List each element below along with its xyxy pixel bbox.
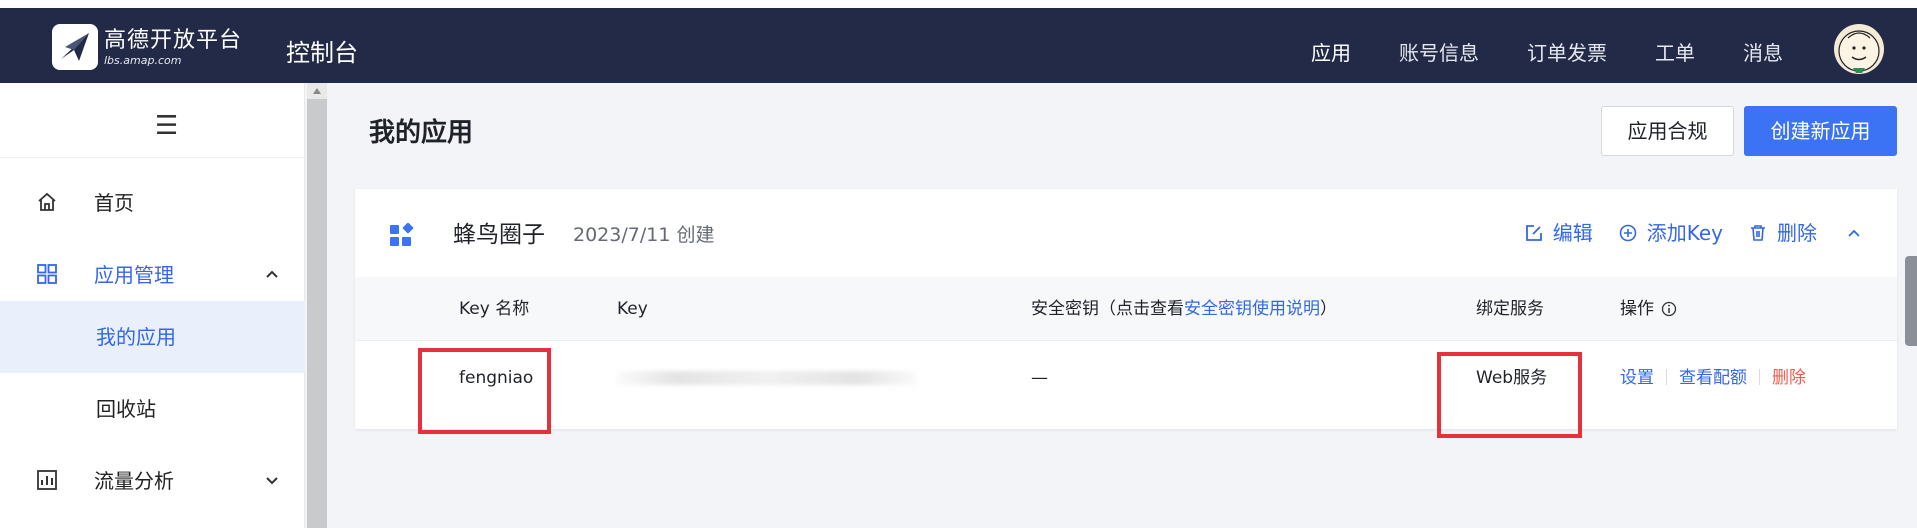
sidebar-scrollbar[interactable] (307, 83, 327, 528)
sidebar-item-traffic-analysis[interactable]: 流量分析 (0, 445, 305, 517)
secret-help-link[interactable]: 安全密钥使用说明 (1184, 299, 1320, 319)
user-avatar[interactable] (1834, 24, 1884, 74)
nav-apps[interactable]: 应用 (1311, 39, 1351, 67)
nav-messages[interactable]: 消息 (1743, 39, 1783, 67)
highlight-box-service (1437, 352, 1582, 438)
console-title: 控制台 (286, 39, 358, 67)
edge-scroll-handle[interactable] (1905, 256, 1917, 346)
sidebar-item-home[interactable]: 首页 (0, 167, 305, 239)
sidebar: ☰ 首页 应用管理 我的应用 回收站 流量分析 (0, 83, 305, 528)
window-top-strip (0, 0, 1917, 8)
grid-icon (37, 264, 57, 284)
edit-app-button[interactable]: 编辑 (1525, 217, 1593, 249)
top-navigation-bar: 高德开放平台 lbs.amap.com 控制台 应用 账号信息 订单发票 工单 … (0, 8, 1917, 83)
logo-title: 高德开放平台 (104, 27, 243, 53)
sidebar-item-label: 应用管理 (94, 263, 174, 287)
delete-label: 删除 (1777, 221, 1817, 245)
row-operations: 设置 查看配额 删除 (1620, 365, 1806, 391)
app-widget-icon (390, 223, 414, 246)
op-divider (1666, 369, 1667, 385)
page-title: 我的应用 (369, 118, 474, 148)
column-secret-suffix: ） (1320, 299, 1337, 319)
app-card-actions: 编辑 添加Key 删除 (1499, 217, 1863, 249)
add-key-button[interactable]: 添加Key (1619, 217, 1723, 249)
add-key-label: 添加Key (1646, 221, 1723, 245)
info-icon[interactable] (1661, 301, 1677, 317)
highlight-box-key-name (418, 348, 551, 434)
table-row: fengniao — Web服务 设置 查看配额 删除 (355, 341, 1897, 417)
column-key-name: Key 名称 (459, 299, 530, 319)
edit-icon (1525, 225, 1542, 241)
column-bound-service: 绑定服务 (1476, 299, 1544, 319)
nav-orders-invoices[interactable]: 订单发票 (1527, 39, 1607, 67)
sidebar-item-label: 流量分析 (94, 469, 174, 493)
plus-circle-icon (1619, 224, 1637, 242)
trash-icon (1751, 225, 1765, 241)
nav-account-info[interactable]: 账号信息 (1399, 39, 1479, 67)
create-app-button[interactable]: 创建新应用 (1744, 106, 1897, 156)
column-secret: 安全密钥（点击查看安全密钥使用说明） (1031, 297, 1337, 321)
menu-toggle-icon[interactable]: ☰ (155, 113, 178, 139)
chevron-up-icon (266, 270, 278, 278)
column-secret-prefix: 安全密钥（点击查看 (1031, 299, 1184, 319)
app-name: 蜂鸟圈子 (453, 222, 545, 248)
key-value-redacted (617, 371, 917, 385)
sidebar-item-recycle-bin[interactable]: 回收站 (0, 373, 305, 445)
delete-app-button[interactable]: 删除 (1749, 217, 1817, 249)
sidebar-item-label: 我的应用 (96, 325, 176, 349)
logo-mark-icon (52, 24, 98, 70)
secret-value: — (1031, 368, 1048, 388)
home-icon (38, 192, 56, 211)
key-table-header: Key 名称 Key 安全密钥（点击查看安全密钥使用说明） 绑定服务 操作 (355, 277, 1897, 341)
op-divider (1759, 369, 1760, 385)
edit-label: 编辑 (1552, 221, 1593, 245)
app-created-date: 2023/7/11 创建 (573, 224, 715, 246)
scroll-up-arrow-icon[interactable] (307, 83, 327, 99)
sidebar-item-my-apps[interactable]: 我的应用 (0, 301, 305, 373)
column-operation-label: 操作 (1620, 299, 1654, 319)
chart-icon (37, 470, 57, 490)
column-operation: 操作 (1620, 297, 1677, 321)
logo-url: lbs.amap.com (104, 53, 182, 67)
column-key: Key (617, 299, 648, 319)
chevron-down-icon (266, 477, 278, 485)
collapse-chevron-up-icon[interactable] (1845, 224, 1863, 242)
nav-tickets[interactable]: 工单 (1655, 39, 1695, 67)
app-compliance-button[interactable]: 应用合规 (1601, 106, 1734, 156)
settings-link[interactable]: 设置 (1620, 368, 1654, 388)
view-quota-link[interactable]: 查看配额 (1679, 368, 1747, 388)
top-nav: 应用 账号信息 订单发票 工单 消息 (1263, 39, 1783, 67)
delete-key-link[interactable]: 删除 (1772, 368, 1806, 388)
sidebar-divider (0, 157, 305, 158)
amap-logo[interactable]: 高德开放平台 lbs.amap.com (52, 24, 242, 70)
sidebar-item-label: 首页 (94, 191, 134, 215)
sidebar-item-label: 回收站 (96, 397, 156, 421)
app-card: 蜂鸟圈子 2023/7/11 创建 编辑 添加Key 删除 Key 名称 Key… (355, 189, 1897, 429)
